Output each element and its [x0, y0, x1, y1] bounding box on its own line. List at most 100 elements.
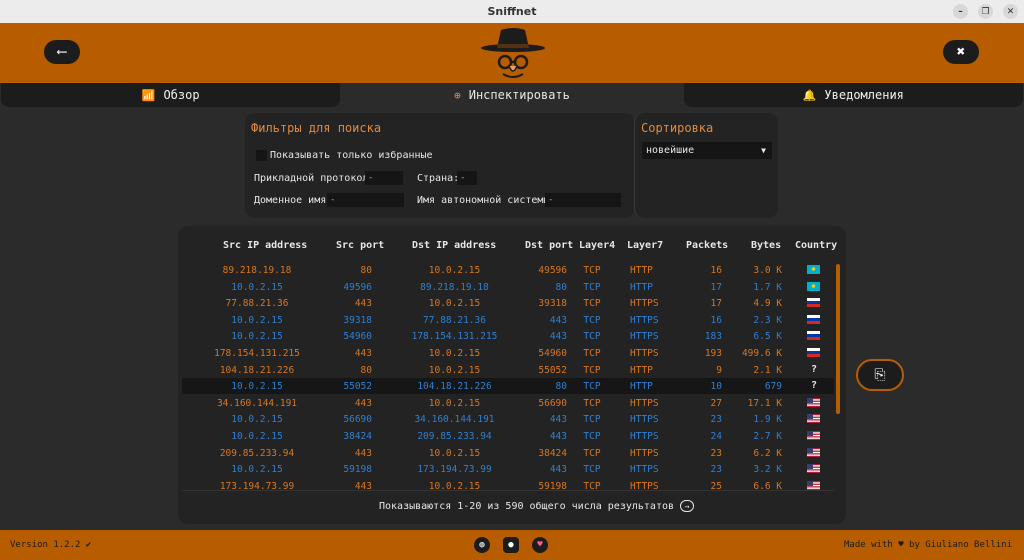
header-country[interactable]: Country: [795, 240, 837, 251]
header-bytes[interactable]: Bytes: [751, 240, 781, 251]
cell-bytes: 1.9 K: [753, 414, 782, 426]
cell-dst-port: 39318: [538, 298, 567, 310]
settings-button[interactable]: ✖: [943, 40, 979, 64]
table-row[interactable]: 178.154.131.215 443 10.0.2.15 54960 TCP HTTPS…: [182, 345, 834, 361]
minimize-button[interactable]: –: [953, 4, 968, 19]
cell-dst-port: 443: [549, 314, 567, 326]
table-row[interactable]: 10.0.2.15 56690 34.160.144.191 443 TCP HTTPS 2…: [182, 411, 834, 427]
cell-src-port: 443: [354, 447, 372, 459]
flag-us-icon: [807, 464, 820, 474]
cell-layer4: TCP: [583, 265, 601, 276]
flag-us-icon: [807, 480, 820, 490]
table-row[interactable]: 10.0.2.15 38424 209.85.233.94 443 TCP HTTPS 24…: [182, 428, 834, 444]
table-row[interactable]: 34.160.144.191 443 10.0.2.15 56690 TCP HTTPS 2…: [182, 395, 834, 411]
cell-src-port: 56690: [343, 414, 372, 426]
cell-layer7: HTTPS: [630, 331, 659, 343]
window-title: Sniffnet: [487, 5, 537, 18]
header-dst-ip[interactable]: Dst IP address: [412, 240, 496, 251]
cell-bytes: 3.0 K: [753, 265, 782, 276]
table-row[interactable]: 77.88.21.36 443 10.0.2.15 39318 TCP HTTPS 17 4.…: [182, 295, 834, 311]
cell-packets: 16: [710, 314, 722, 326]
header-src-ip[interactable]: Src IP address: [223, 240, 307, 251]
table-row[interactable]: 10.0.2.15 49596 89.218.19.18 80 TCP HTTP 17 1.7…: [182, 279, 834, 295]
tab-overview[interactable]: 📶 Обзор: [1, 83, 341, 107]
table-row[interactable]: 10.0.2.15 59198 173.194.73.99 443 TCP HTTPS 23…: [182, 461, 834, 477]
back-button[interactable]: ⟵: [44, 40, 80, 64]
cell-dst-ip: 10.0.2.15: [428, 348, 481, 359]
table-row[interactable]: 173.194.73.99 443 10.0.2.15 59198 TCP HTTPS 25…: [182, 478, 834, 490]
table-row[interactable]: 104.18.21.226 80 10.0.2.15 55052 TCP HTTP 9 2.1…: [182, 362, 834, 378]
domain-input[interactable]: -: [327, 193, 404, 207]
search-icon: ⊕: [454, 88, 461, 102]
cell-layer7: HTTPS: [630, 447, 659, 459]
flag-us-icon: [807, 431, 820, 440]
app-header: ⟵ ✖: [0, 23, 1024, 83]
app-footer: Version 1.2.2 ✔ ◍ ● ♥ Made with ♥ by Giu…: [0, 530, 1024, 560]
country-label: Страна:: [417, 173, 460, 184]
as-name-input[interactable]: -: [545, 193, 621, 207]
cell-src-ip: 89.218.19.18: [222, 265, 292, 276]
cell-src-ip: 10.0.2.15: [231, 414, 283, 426]
export-file-icon: ⎘: [874, 367, 886, 383]
cell-dst-ip: 10.0.2.15: [428, 298, 481, 310]
cell-src-port: 443: [354, 480, 372, 490]
cell-layer4: TCP: [583, 431, 601, 442]
header-src-port[interactable]: Src port: [336, 240, 384, 251]
header-dst-port[interactable]: Dst port: [525, 240, 573, 251]
header-layer4[interactable]: Layer4: [579, 240, 615, 251]
cell-src-ip: 10.0.2.15: [231, 331, 283, 343]
flag-us-icon: [807, 447, 820, 457]
country-input[interactable]: -: [457, 171, 477, 185]
cell-src-ip: 34.160.144.191: [216, 397, 298, 409]
table-row[interactable]: 10.0.2.15 54960 178.154.131.215 443 TCP HTTPS…: [182, 328, 834, 344]
cell-bytes: 2.3 K: [753, 314, 782, 326]
cell-layer7: HTTP: [630, 381, 653, 393]
table-row[interactable]: 209.85.233.94 443 10.0.2.15 38424 TCP HTTPS 23…: [182, 445, 834, 461]
flag-kz-icon: [807, 265, 820, 274]
github-button[interactable]: ●: [503, 537, 519, 553]
cell-src-port: 443: [354, 348, 372, 359]
cell-dst-ip: 10.0.2.15: [428, 364, 481, 376]
flag-kz-icon: [807, 281, 820, 291]
cell-layer7: HTTPS: [630, 480, 659, 490]
cell-packets: 17: [710, 298, 722, 310]
results-text: Показываются 1-20 из 590 общего числа ре…: [379, 500, 675, 512]
next-page-button[interactable]: →: [680, 500, 695, 512]
unknown-country-icon: ?: [811, 380, 818, 392]
arrow-right-icon: →: [684, 501, 690, 511]
cell-bytes: 17.1 K: [747, 397, 782, 409]
sort-select[interactable]: новейшие ▼: [642, 142, 772, 159]
cell-bytes: 2.7 K: [753, 431, 782, 442]
table-scrollbar[interactable]: [836, 264, 840, 414]
flag-ru-icon: [807, 348, 820, 357]
cell-dst-port: 80: [555, 381, 567, 393]
cell-layer4: TCP: [583, 364, 601, 376]
cell-layer7: HTTPS: [630, 348, 659, 359]
table-row[interactable]: 89.218.19.18 80 10.0.2.15 49596 TCP HTTP 16 3.0…: [182, 262, 834, 278]
header-packets[interactable]: Packets: [686, 240, 728, 251]
cell-packets: 23: [710, 447, 722, 459]
tab-inspect-label: Инспектировать: [468, 88, 570, 102]
as-name-label: Имя автономной системы:: [417, 195, 556, 206]
sponsor-button[interactable]: ♥: [532, 537, 548, 553]
website-button[interactable]: ◍: [474, 537, 490, 553]
favorites-checkbox[interactable]: [256, 150, 267, 161]
cell-packets: 25: [710, 480, 722, 490]
tab-notifications[interactable]: 🔔 Уведомления: [683, 83, 1023, 107]
flag-ru-icon: [807, 314, 820, 324]
heart-icon: ♥: [537, 540, 543, 550]
cell-src-ip: 104.18.21.226: [219, 364, 295, 376]
app-protocol-input[interactable]: -: [365, 171, 403, 185]
maximize-icon: ❐: [981, 6, 990, 17]
table-row[interactable]: 10.0.2.15 39318 77.88.21.36 443 TCP HTTPS 16 2.…: [182, 312, 834, 328]
close-window-button[interactable]: ✕: [1003, 4, 1018, 19]
tab-inspect[interactable]: ⊕ Инспектировать: [342, 83, 682, 107]
flag-us-icon: [807, 397, 820, 407]
maximize-button[interactable]: ❐: [978, 4, 993, 19]
header-layer7[interactable]: Layer7: [627, 240, 663, 251]
export-button[interactable]: ⎘: [856, 359, 904, 391]
cell-packets: 183: [704, 331, 722, 343]
cell-dst-port: 443: [549, 414, 567, 426]
table-row[interactable]: 10.0.2.15 55052 104.18.21.226 80 TCP HTTP 10 67…: [182, 378, 834, 395]
cell-layer4: TCP: [583, 414, 601, 426]
